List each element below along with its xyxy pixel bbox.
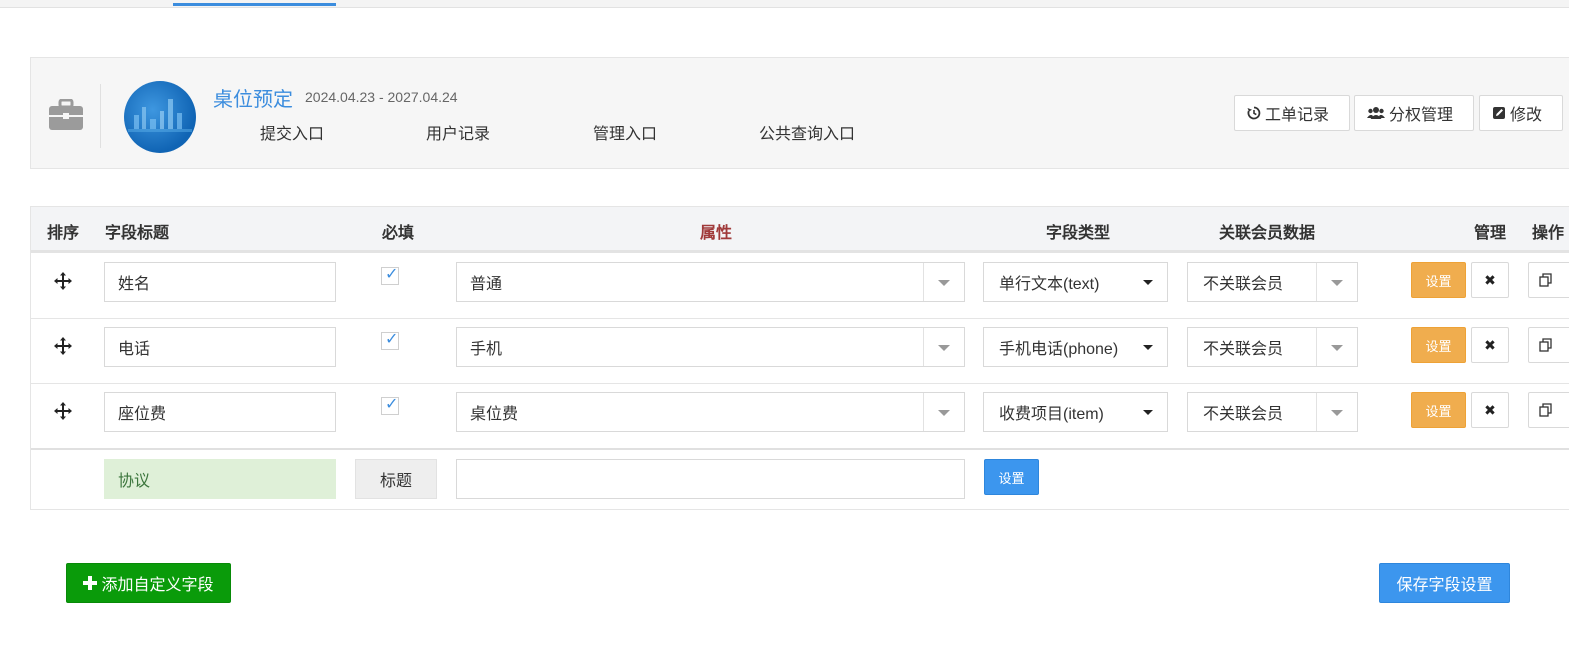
field-type-select[interactable]: 手机电话(phone) [983,327,1168,367]
field-title-input[interactable]: 姓名 [104,262,336,302]
edit-icon [1493,107,1505,119]
checkmark: ✓ [385,396,399,413]
table-row: 座位费 ✓ 桌位费 收费项目(item) 不关联会员 设置 ✖ [31,383,1569,450]
required-checkbox[interactable]: ✓ [381,266,399,285]
delete-button[interactable]: ✖ [1471,262,1509,298]
form-date-range: 2024.04.23 - 2027.04.24 [305,89,458,105]
active-tab-indicator[interactable] [173,3,336,6]
chevron-down-icon[interactable] [1316,263,1357,301]
copy-button[interactable] [1528,392,1569,428]
caret-down-icon [1143,280,1153,285]
field-table: 排序 字段标题 必填 属性 字段类型 关联会员数据 管理 操作 姓名 ✓ 普通 … [30,206,1569,510]
col-attribute: 属性 [700,225,733,242]
member-data-select[interactable]: 不关联会员 [1187,392,1358,432]
field-type-select[interactable]: 单行文本(text) [983,262,1168,302]
table-row: 姓名 ✓ 普通 单行文本(text) 不关联会员 设置 ✖ [31,253,1569,319]
agreement-settings-button[interactable]: 设置 [984,459,1039,495]
copy-icon [1539,273,1552,287]
save-field-settings-button[interactable]: 保存字段设置 [1379,563,1510,603]
chevron-down-icon[interactable] [923,263,964,301]
history-icon [1247,106,1261,120]
edit-label: 修改 [1510,107,1543,124]
form-title[interactable]: 桌位预定 [213,83,293,112]
copy-button[interactable] [1528,327,1569,363]
table-row: 电话 ✓ 手机 手机电话(phone) 不关联会员 设置 ✖ [31,318,1569,384]
form-header-card: 桌位预定 2024.04.23 - 2027.04.24 提交入口 用户记录 管… [30,57,1569,169]
agreement-row: 协议 标题 设置 [31,449,1569,509]
field-type-value: 单行文本(text) [999,276,1100,293]
attribute-value: 桌位费 [470,406,519,423]
col-action: 操作 [1532,225,1565,242]
move-handle-icon[interactable] [53,401,73,421]
member-data-select[interactable]: 不关联会员 [1187,262,1358,302]
link-submit-entry[interactable]: 提交入口 [260,120,324,144]
settings-button[interactable]: 设置 [1411,262,1466,298]
form-avatar [124,81,196,153]
link-admin-entry[interactable]: 管理入口 [593,120,657,144]
top-tab-bar [0,0,1569,8]
col-required: 必填 [382,225,415,242]
caret-down-icon [1143,345,1153,350]
work-order-records-label: 工单记录 [1265,107,1330,124]
chevron-down-icon[interactable] [923,328,964,366]
permission-management-button[interactable]: 分权管理 [1354,95,1474,131]
member-data-value: 不关联会员 [1203,341,1284,358]
city-image-icon [128,99,192,132]
users-icon [1367,107,1385,119]
agreement-title-input[interactable]: 协议 [104,459,336,499]
col-field-type: 字段类型 [1046,225,1111,242]
add-custom-field-label: 添加自定义字段 [101,577,214,594]
attribute-value: 普通 [470,276,503,293]
copy-icon [1539,403,1552,417]
work-order-records-button[interactable]: 工单记录 [1234,95,1350,131]
settings-button[interactable]: 设置 [1411,327,1466,363]
add-custom-field-button[interactable]: 添加自定义字段 [66,563,231,603]
field-type-value: 手机电话(phone) [999,341,1119,358]
field-title-input[interactable]: 座位费 [104,392,336,432]
copy-icon [1539,338,1552,352]
caret-down-icon [1143,410,1153,415]
permission-management-label: 分权管理 [1389,107,1454,124]
required-checkbox[interactable]: ✓ [381,396,399,415]
attribute-value: 手机 [470,341,503,358]
field-type-value: 收费项目(item) [999,406,1104,423]
link-user-records[interactable]: 用户记录 [426,120,490,144]
link-public-query[interactable]: 公共查询入口 [759,120,855,144]
plus-icon [83,576,98,590]
col-field-title: 字段标题 [105,225,170,242]
chevron-down-icon[interactable] [1316,328,1357,366]
checkmark: ✓ [385,331,399,348]
delete-button[interactable]: ✖ [1471,327,1509,363]
chevron-down-icon[interactable] [923,393,964,431]
chevron-down-icon[interactable] [1316,393,1357,431]
member-data-select[interactable]: 不关联会员 [1187,327,1358,367]
col-member-data: 关联会员数据 [1219,225,1316,242]
copy-button[interactable] [1528,262,1569,298]
title-tag: 标题 [355,459,437,499]
checkmark: ✓ [385,266,399,283]
col-manage: 管理 [1474,225,1507,242]
agreement-attribute-input[interactable] [456,459,965,499]
attribute-select[interactable]: 桌位费 [456,392,965,432]
member-data-value: 不关联会员 [1203,406,1284,423]
field-type-select[interactable]: 收费项目(item) [983,392,1168,432]
delete-button[interactable]: ✖ [1471,392,1509,428]
attribute-select[interactable]: 手机 [456,327,965,367]
edit-button[interactable]: 修改 [1479,95,1563,131]
briefcase-icon [49,99,83,130]
move-handle-icon[interactable] [53,271,73,291]
member-data-value: 不关联会员 [1203,276,1284,293]
header-divider [100,84,101,148]
table-header: 排序 字段标题 必填 属性 字段类型 关联会员数据 管理 操作 [31,207,1569,253]
col-sort: 排序 [47,225,80,242]
attribute-select[interactable]: 普通 [456,262,965,302]
field-title-input[interactable]: 电话 [104,327,336,367]
required-checkbox[interactable]: ✓ [381,331,399,350]
move-handle-icon[interactable] [53,336,73,356]
settings-button[interactable]: 设置 [1411,392,1466,428]
